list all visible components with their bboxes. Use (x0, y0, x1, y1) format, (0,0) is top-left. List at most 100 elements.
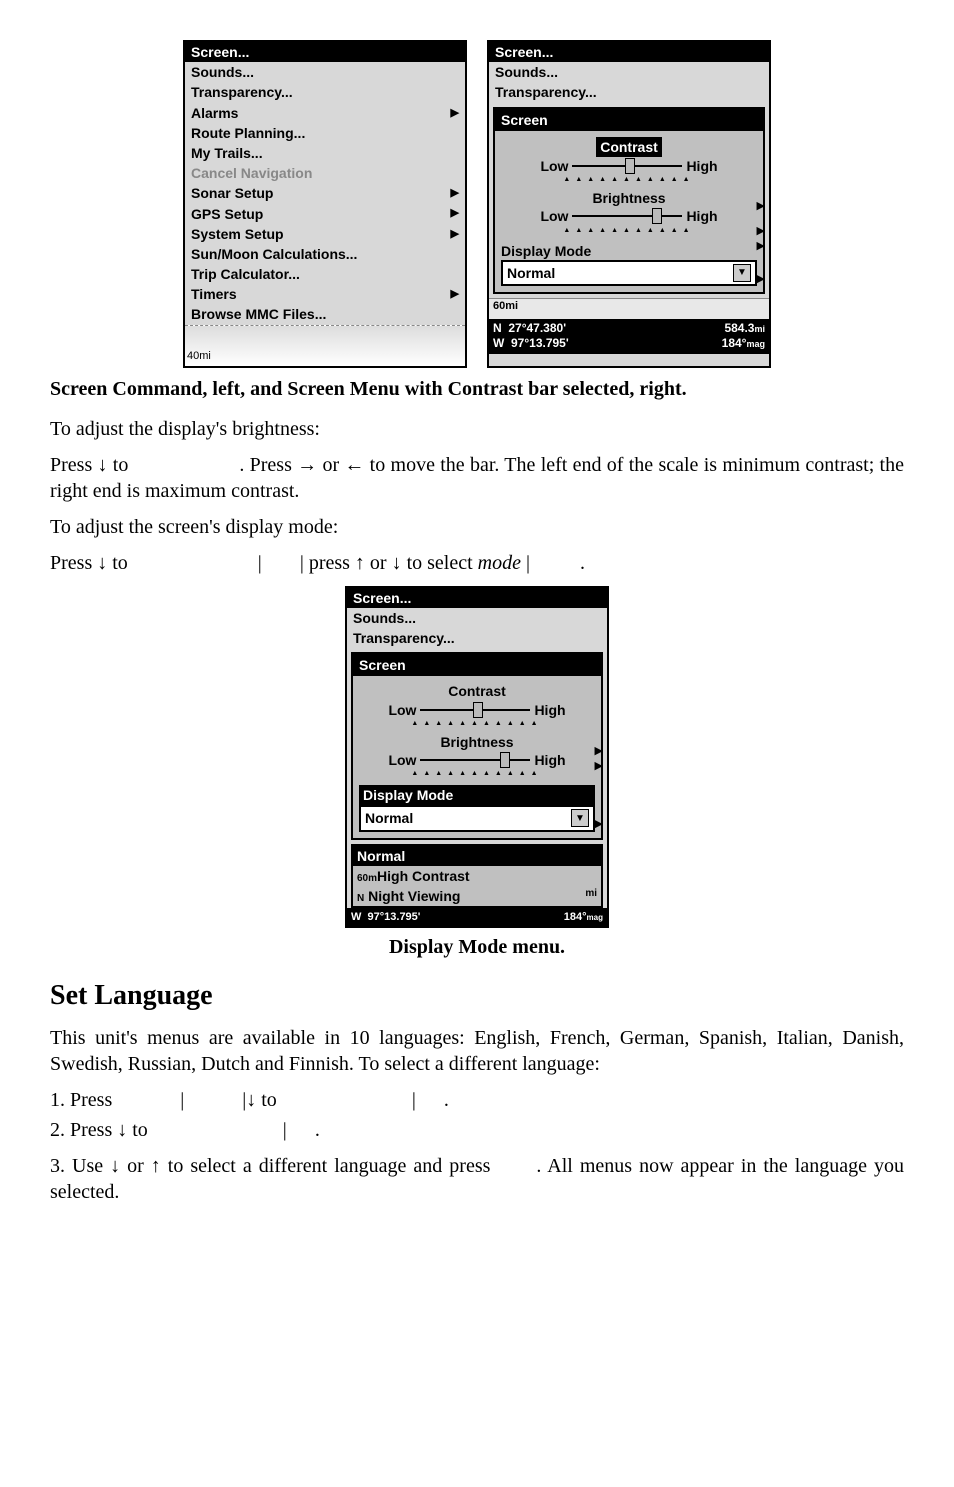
slider-ticks: ▲▲▲▲▲▲▲▲▲▲▲ (359, 721, 595, 727)
chevron-right-icon: ▶ (757, 224, 765, 238)
status-bar: N 27°47.380' W 97°13.795' 584.3mi 184°ma… (489, 319, 769, 354)
menu-item-screen[interactable]: Screen... (347, 588, 607, 608)
brightness-label: Brightness (592, 189, 665, 207)
brightness-slider-group: Brightness Low High ▲▲▲▲▲▲▲▲▲▲▲ (501, 189, 757, 233)
map-scale-overlay: 60m (357, 873, 377, 884)
heading-set-language: Set Language (50, 978, 904, 1014)
para-adjust-brightness: To adjust the display's brightness: (50, 416, 904, 442)
menu-list: Screen... Sounds... Transparency... Alar… (185, 42, 465, 325)
display-mode-label: Display Mode (501, 242, 757, 260)
display-mode-label: Display Mode (359, 785, 595, 805)
menu-item-sun-moon[interactable]: Sun/Moon Calculations... (185, 244, 465, 264)
brightness-slider-group: Brightness Low High ▲▲▲▲▲▲▲▲▲▲▲ (359, 733, 595, 777)
chevron-right-icon: ▶ (757, 111, 765, 125)
menu-item-sounds[interactable]: Sounds... (185, 62, 465, 82)
brightness-slider[interactable] (420, 759, 530, 761)
menu-item-transparency[interactable]: Transparency... (347, 628, 607, 648)
display-mode-dropdown[interactable]: Normal ▼ (501, 260, 757, 286)
option-night-viewing[interactable]: N Night Viewing mi (353, 886, 601, 906)
slider-low-label: Low (540, 157, 568, 175)
dropdown-value: Normal (507, 264, 555, 282)
chevron-down-icon[interactable]: ▼ (571, 809, 589, 827)
chevron-right-icon: ▶ (595, 759, 603, 773)
dropdown-options-list: Normal 60mHigh Contrast N Night Viewing … (351, 844, 603, 909)
status-brg-unit: mag (746, 339, 765, 349)
status-lon: 97°13.795' (511, 336, 569, 350)
contrast-slider[interactable] (420, 709, 530, 711)
menu-item-browse-mmc[interactable]: Browse MMC Files... (185, 304, 465, 324)
menu-item-screen[interactable]: Screen... (489, 42, 769, 62)
menu-item-sounds[interactable]: Sounds... (489, 62, 769, 82)
status-brg: 184° (564, 911, 587, 923)
contrast-slider-group: Contrast Low High ▲▲▲▲▲▲▲▲▲▲▲ (501, 137, 757, 183)
device-screen-menu: Screen... Sounds... Transparency... Alar… (183, 40, 467, 368)
menu-item-system-setup[interactable]: System Setup▶ (185, 224, 465, 244)
chevron-right-icon: ▶ (595, 656, 603, 670)
menu-item-sonar-setup[interactable]: Sonar Setup▶ (185, 183, 465, 203)
step-3: 3. Use ↓ or ↑ to select a different lang… (50, 1153, 904, 1205)
slider-low-label: Low (388, 751, 416, 769)
screen-settings-panel: Screen ▶ Contrast Low High ▲▲▲▲▲▲▲▲▲▲▲ B… (351, 652, 603, 839)
status-w: W (351, 911, 361, 923)
menu-item-sounds[interactable]: Sounds... (347, 608, 607, 628)
brightness-label: Brightness (440, 733, 513, 751)
status-lat: 27°47.380' (508, 321, 566, 335)
slider-thumb[interactable] (625, 158, 635, 174)
screenshot-center: Screen... Sounds... Transparency... Scre… (50, 586, 904, 929)
step-1: 1. Press | |↓ to | . (50, 1087, 904, 1113)
chevron-right-icon: ▶ (451, 106, 459, 120)
device-screen-contrast: Screen... Sounds... Transparency... Scre… (487, 40, 771, 368)
status-lon: 97°13.795' (368, 911, 421, 923)
slider-low-label: Low (388, 701, 416, 719)
option-normal[interactable]: Normal (353, 846, 601, 866)
menu-item-my-trails[interactable]: My Trails... (185, 143, 465, 163)
slider-ticks: ▲▲▲▲▲▲▲▲▲▲▲ (501, 177, 757, 183)
slider-high-label: High (534, 751, 565, 769)
slider-ticks: ▲▲▲▲▲▲▲▲▲▲▲ (501, 228, 757, 234)
contrast-label: Contrast (448, 682, 506, 700)
chevron-right-icon: ▶ (451, 206, 459, 220)
menu-item-trip-calculator[interactable]: Trip Calculator... (185, 264, 465, 284)
contrast-slider-group: Contrast Low High ▲▲▲▲▲▲▲▲▲▲▲ (359, 682, 595, 726)
slider-thumb[interactable] (652, 208, 662, 224)
contrast-label: Contrast (596, 137, 662, 157)
contrast-slider[interactable] (572, 165, 682, 167)
chevron-right-icon: ▶ (451, 186, 459, 200)
option-high-contrast[interactable]: 60mHigh Contrast (353, 866, 601, 886)
menu-item-cancel-navigation: Cancel Navigation (185, 163, 465, 183)
slider-thumb[interactable] (473, 702, 483, 718)
menu-item-gps-setup[interactable]: GPS Setup▶ (185, 204, 465, 224)
menu-item-screen[interactable]: Screen... (185, 42, 465, 62)
slider-low-label: Low (540, 207, 568, 225)
panel-title: Screen (495, 109, 763, 131)
step-2: 2. Press ↓ to | . (50, 1117, 904, 1143)
status-dist: 584.3 (724, 321, 754, 335)
menu-item-timers[interactable]: Timers▶ (185, 284, 465, 304)
status-brg: 184° (722, 336, 747, 350)
status-w: W (493, 336, 504, 350)
para-adjust-mode: To adjust the screen's display mode: (50, 514, 904, 540)
brightness-slider[interactable] (572, 215, 682, 217)
chevron-right-icon: ▶ (451, 287, 459, 301)
device-screen-display-mode: Screen... Sounds... Transparency... Scre… (345, 586, 609, 929)
display-mode-dropdown[interactable]: Normal ▼ (359, 805, 595, 831)
menu-item-alarms[interactable]: Alarms▶ (185, 103, 465, 123)
slider-high-label: High (686, 157, 717, 175)
caption-top: Screen Command, left, and Screen Menu wi… (50, 376, 904, 402)
para-languages: This unit's menus are available in 10 la… (50, 1025, 904, 1077)
chevron-right-icon: ▶ (451, 227, 459, 241)
menu-item-transparency[interactable]: Transparency... (489, 82, 769, 102)
menu-item-transparency[interactable]: Transparency... (185, 82, 465, 102)
chevron-right-icon: ▶ (757, 272, 765, 286)
slider-thumb[interactable] (500, 752, 510, 768)
sonar-display: 40mi (185, 325, 465, 366)
screen-settings-panel: Screen ▶ Contrast Low High ▲▲▲▲▲▲▲▲▲▲▲ ▶… (493, 107, 765, 294)
slider-ticks: ▲▲▲▲▲▲▲▲▲▲▲ (359, 771, 595, 777)
slider-high-label: High (686, 207, 717, 225)
chevron-right-icon: ▶ (757, 199, 765, 213)
menu-item-route-planning[interactable]: Route Planning... (185, 123, 465, 143)
status-dist-unit: mi (754, 324, 765, 334)
chevron-down-icon[interactable]: ▼ (733, 264, 751, 282)
caption-bottom: Display Mode menu. (50, 934, 904, 960)
chevron-right-icon: ▶ (757, 239, 765, 253)
